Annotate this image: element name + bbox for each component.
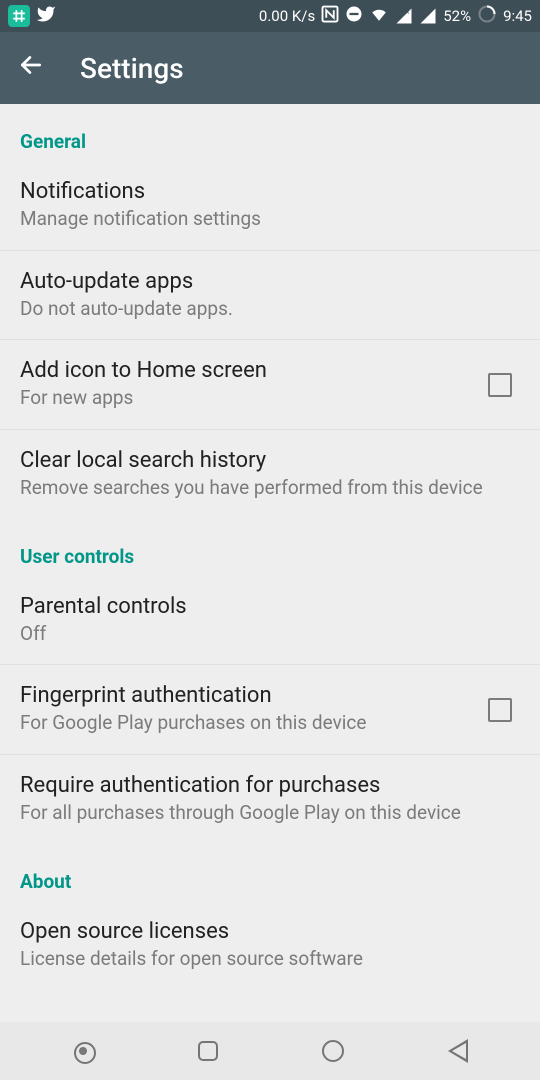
section-general: General [0, 104, 540, 161]
setting-title: Require authentication for purchases [20, 773, 520, 798]
checkbox-unchecked[interactable] [488, 698, 512, 722]
wifi-icon [369, 5, 389, 27]
setting-subtitle: License details for open source software [20, 947, 520, 972]
setting-fingerprint-auth[interactable]: Fingerprint authentication For Google Pl… [0, 665, 540, 755]
nav-back-button[interactable] [445, 1038, 471, 1064]
netspeed-text: 0.00 K/s [259, 7, 315, 25]
signal-nodata-icon: × [395, 7, 413, 25]
setting-subtitle: For Google Play purchases on this device [20, 711, 488, 736]
section-user-controls: User controls [0, 519, 540, 576]
setting-open-source-licenses[interactable]: Open source licenses License details for… [0, 901, 540, 990]
triangle-left-icon [448, 1039, 468, 1063]
app-bar: Settings [0, 32, 540, 104]
square-icon [198, 1041, 218, 1061]
clock-text: 9:45 [503, 7, 532, 25]
svg-text:×: × [406, 8, 410, 17]
loading-circle-icon [477, 4, 497, 28]
nav-home-button[interactable] [320, 1038, 346, 1064]
dnd-icon [345, 5, 363, 27]
checkbox-unchecked[interactable] [488, 373, 512, 397]
app-notification-icon [8, 5, 30, 27]
nfc-icon [321, 5, 339, 27]
nav-recents-button[interactable] [195, 1038, 221, 1064]
setting-subtitle: Remove searches you have performed from … [20, 476, 520, 501]
section-about: About [0, 844, 540, 901]
setting-subtitle: Do not auto-update apps. [20, 297, 520, 322]
status-bar: 0.00 K/s × 52% 9:45 [0, 0, 540, 32]
setting-title: Add icon to Home screen [20, 358, 488, 383]
setting-require-auth-purchases[interactable]: Require authentication for purchases For… [0, 755, 540, 844]
twitter-icon [36, 4, 56, 28]
setting-notifications[interactable]: Notifications Manage notification settin… [0, 161, 540, 251]
dot-circle-icon [79, 1047, 87, 1055]
setting-subtitle: For new apps [20, 386, 488, 411]
setting-title: Auto-update apps [20, 269, 520, 294]
setting-title: Fingerprint authentication [20, 683, 488, 708]
setting-auto-update[interactable]: Auto-update apps Do not auto-update apps… [0, 251, 540, 341]
setting-title: Notifications [20, 179, 520, 204]
circle-icon [322, 1040, 344, 1062]
page-title: Settings [80, 52, 184, 85]
setting-parental-controls[interactable]: Parental controls Off [0, 576, 540, 666]
signal-icon [419, 7, 437, 25]
setting-clear-search-history[interactable]: Clear local search history Remove search… [0, 430, 540, 519]
back-arrow-icon[interactable] [18, 52, 44, 85]
setting-subtitle: For all purchases through Google Play on… [20, 801, 520, 826]
setting-subtitle: Off [20, 622, 520, 647]
setting-title: Parental controls [20, 594, 520, 619]
navigation-bar [0, 1022, 540, 1080]
battery-percent: 52% [443, 7, 471, 25]
settings-list: General Notifications Manage notificatio… [0, 104, 540, 990]
nav-extra-button[interactable] [70, 1038, 96, 1064]
setting-add-icon-home[interactable]: Add icon to Home screen For new apps [0, 340, 540, 430]
setting-title: Clear local search history [20, 448, 520, 473]
setting-title: Open source licenses [20, 919, 520, 944]
setting-subtitle: Manage notification settings [20, 207, 520, 232]
